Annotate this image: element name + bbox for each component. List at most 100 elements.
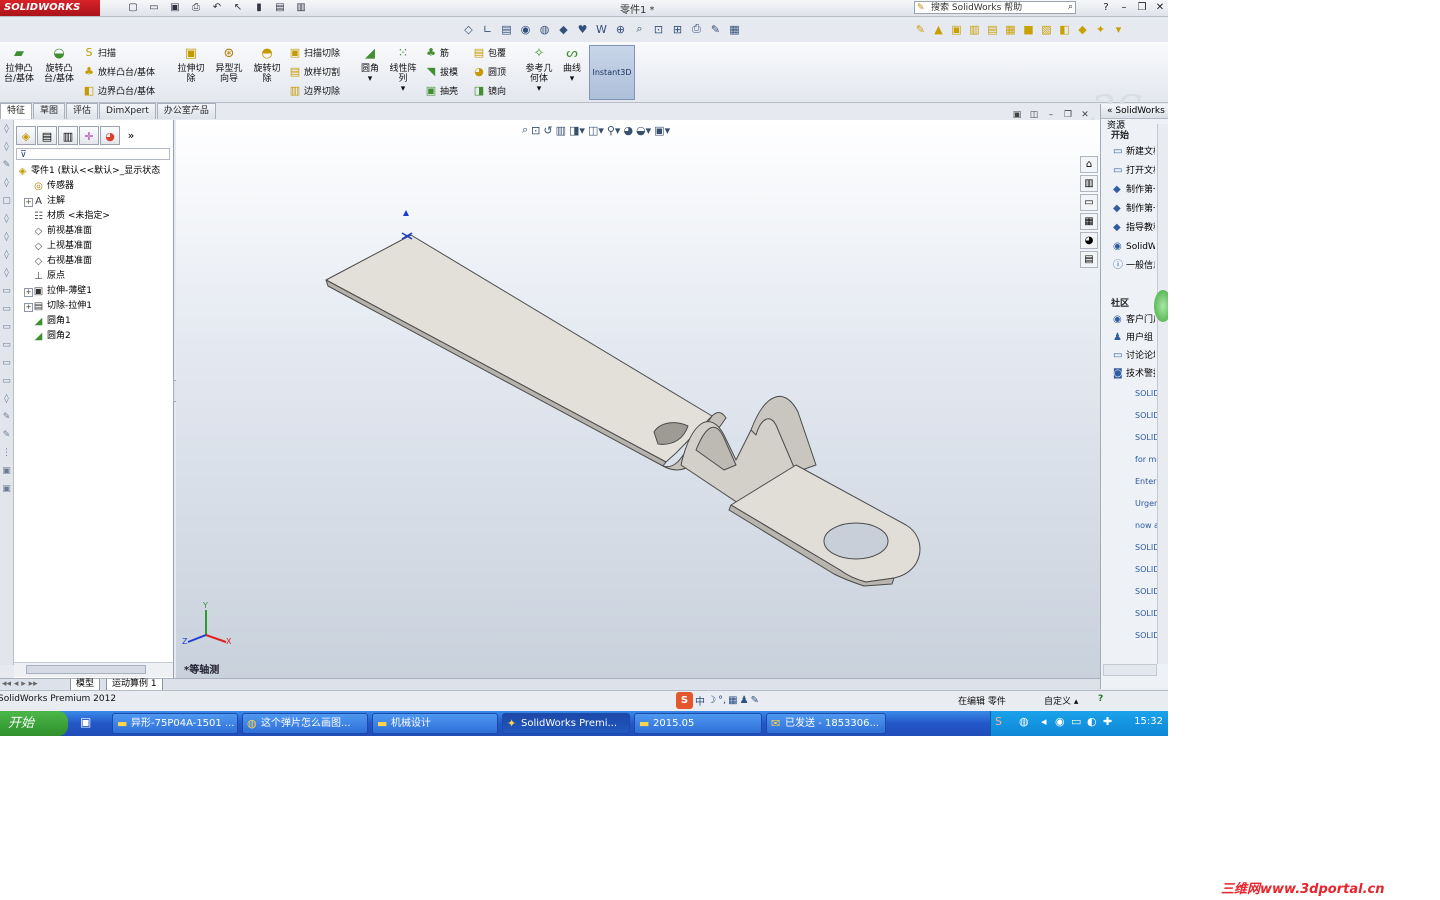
revolve-boss-button[interactable]: ◒ 旋转凸 台/基体 bbox=[40, 46, 78, 84]
edit-icon[interactable]: ✎ bbox=[707, 21, 724, 38]
taskbar-task[interactable]: ◍ 这个弹片怎么画图... bbox=[242, 713, 368, 734]
curve-icon[interactable]: ◧ bbox=[1056, 21, 1073, 38]
measure-icon[interactable]: ⊕ bbox=[612, 21, 629, 38]
feature-tree-item[interactable]: + ▤ 切除-拉伸1 bbox=[14, 299, 173, 314]
task-pane-start-item[interactable]: ⓘ一般信息 bbox=[1113, 258, 1155, 274]
new-document-icon[interactable]: ▢ bbox=[124, 1, 142, 15]
ime-moon-icon[interactable]: ☽ bbox=[707, 695, 716, 706]
zoom-fit-icon[interactable]: ⌕ bbox=[631, 21, 648, 38]
extrude-boss-button[interactable]: ▰ 拉伸凸 台/基体 bbox=[2, 46, 36, 84]
feature-tree-tab-icon[interactable]: ◈ bbox=[16, 126, 36, 145]
feature-icon[interactable]: ▣ bbox=[948, 21, 965, 38]
taskbar-task[interactable]: ▬ 异形-75P04A-1501 ... bbox=[112, 713, 238, 734]
strip-tool-icon[interactable]: ✎ bbox=[0, 408, 13, 426]
assembly-icon[interactable]: ▥ bbox=[966, 21, 983, 38]
restore-icon[interactable]: ❐ bbox=[1134, 1, 1150, 14]
undo-icon[interactable]: ↶ bbox=[208, 1, 226, 15]
tab-features[interactable]: 特征 bbox=[0, 103, 33, 119]
feature-tree-item[interactable]: ◇ 上视基准面 bbox=[14, 239, 173, 254]
ref-dropdown-icon[interactable]: ▾ bbox=[522, 84, 556, 94]
feature-tree-item[interactable]: ⊥ 原点 bbox=[14, 269, 173, 284]
surface-icon[interactable]: ■ bbox=[1020, 21, 1037, 38]
feature-tree-item[interactable]: ◢ 圆角1 bbox=[14, 314, 173, 329]
ime-chinese-icon[interactable]: 中 bbox=[695, 693, 705, 708]
boundary-boss-button[interactable]: ◧ 边界凸台/基体 bbox=[82, 85, 155, 98]
sheet-metal-icon[interactable]: ▦ bbox=[1002, 21, 1019, 38]
hole-wizard-button[interactable]: ⊛ 异型孔 向导 bbox=[210, 46, 248, 84]
sketch-tool-icon[interactable]: ✎ bbox=[912, 21, 929, 38]
tray-network-icon[interactable]: ◍ bbox=[1019, 715, 1029, 728]
reference-geometry-button[interactable]: ✧ 参考几 何体 ▾ bbox=[522, 46, 556, 94]
fillet-button[interactable]: ◢ 圆角 ▾ bbox=[356, 46, 384, 84]
help-search-input[interactable]: ✎ 搜索 SolidWorks 帮助 ⌕ bbox=[914, 1, 1076, 14]
fillet-dropdown-icon[interactable]: ▾ bbox=[356, 74, 384, 84]
feature-tree-item[interactable]: + A 注解 bbox=[14, 194, 173, 209]
strip-tool-icon[interactable]: ◊ bbox=[0, 120, 13, 138]
strip-tool-icon[interactable]: ◊ bbox=[0, 174, 13, 192]
show-desktop-icon[interactable]: ▣ bbox=[80, 715, 91, 729]
line-icon[interactable]: ∟ bbox=[479, 21, 496, 38]
strip-tool-icon[interactable]: ◊ bbox=[0, 390, 13, 408]
dimxpert-tab-icon[interactable]: ✛ bbox=[79, 126, 99, 145]
strip-tool-icon[interactable]: ▭ bbox=[0, 282, 13, 300]
news-link[interactable]: SOLIDWORKS available bbox=[1135, 410, 1157, 421]
news-link[interactable]: SOLIDWORKS now available ALERT bbox=[1135, 564, 1157, 575]
search-icon[interactable]: ⌕ bbox=[1068, 1, 1073, 14]
dome-button[interactable]: ◕ 圆顶 bbox=[472, 66, 506, 79]
resources-tab-icon[interactable]: ⌂ bbox=[1080, 156, 1098, 173]
custom-properties-tab-icon[interactable]: ▤ bbox=[1080, 251, 1098, 268]
task-pane-community-item[interactable]: ◉ 客户门户 bbox=[1113, 312, 1155, 328]
appearance-icon[interactable]: ♥ bbox=[574, 21, 591, 38]
strip-tool-icon[interactable]: ◊ bbox=[0, 228, 13, 246]
configuration-tab-icon[interactable]: ▥ bbox=[58, 126, 78, 145]
task-pane-community-item[interactable]: ▭讨论论坛 bbox=[1113, 348, 1155, 364]
smart-dimension-icon[interactable]: ◇ bbox=[460, 21, 477, 38]
display-manager-tab-icon[interactable]: ◕ bbox=[100, 126, 120, 145]
strip-tool-icon[interactable]: ▭ bbox=[0, 300, 13, 318]
news-link[interactable]: SOLIDWORKS Standard SP1.0 bbox=[1135, 608, 1157, 619]
loft-cut-button[interactable]: ▤ 放样切割 bbox=[288, 66, 340, 79]
news-link[interactable]: for more bbox=[1135, 454, 1157, 465]
feature-tree-scrollbar[interactable] bbox=[14, 662, 173, 677]
tray-volume-icon[interactable]: ◐ bbox=[1087, 715, 1097, 728]
options-icon[interactable]: ▥ bbox=[292, 1, 310, 15]
feature-tree-item[interactable]: ◈ 零件1 (默认<<默认>_显示状态 bbox=[14, 164, 173, 179]
news-link[interactable]: SOLIDWORKS bbox=[1135, 630, 1157, 641]
save-icon[interactable]: ▣ bbox=[166, 1, 184, 15]
tray-qq-icon[interactable]: ◉ bbox=[1055, 715, 1065, 728]
start-button[interactable]: 开始 bbox=[0, 711, 68, 736]
news-link[interactable]: SOLIDWORKS CRITICAL bbox=[1135, 542, 1157, 553]
more-icon[interactable]: ▾ bbox=[1110, 21, 1127, 38]
sketch-icon[interactable]: ▤ bbox=[498, 21, 515, 38]
task-pane-start-item[interactable]: ◆ 指导教程 bbox=[1113, 220, 1155, 236]
task-pane-hscrollbar[interactable] bbox=[1103, 664, 1157, 676]
strip-tool-icon[interactable]: ✎ bbox=[0, 156, 13, 174]
revolve-cut-button[interactable]: ◓ 旋转切 除 bbox=[248, 46, 286, 84]
sweep-cut-button[interactable]: ▣ 扫描切除 bbox=[288, 47, 340, 60]
strip-tool-icon[interactable]: ✎ bbox=[0, 426, 13, 444]
wrap-button[interactable]: ▤ 包覆 bbox=[472, 47, 506, 60]
tray-security-icon[interactable]: ✚ bbox=[1103, 715, 1112, 728]
feature-tree-item[interactable]: ◎ 传感器 bbox=[14, 179, 173, 194]
rib-button[interactable]: ♣ 筋 bbox=[424, 47, 449, 60]
table-icon[interactable]: ▦ bbox=[726, 21, 743, 38]
news-link[interactable]: SOLIDWORKS Fatigue bbox=[1135, 586, 1157, 597]
curves-dropdown-icon[interactable]: ▾ bbox=[558, 74, 586, 84]
weld-icon[interactable]: W bbox=[593, 21, 610, 38]
tray-sogou-icon[interactable]: S bbox=[995, 715, 1002, 728]
minimize-icon[interactable]: – bbox=[1116, 1, 1132, 14]
mold-icon[interactable]: ▤ bbox=[984, 21, 1001, 38]
task-pane-community-item[interactable]: ♟ 用户组 bbox=[1113, 330, 1155, 346]
ime-settings-icon[interactable]: ✎ bbox=[751, 695, 759, 706]
file-explorer-tab-icon[interactable]: ▭ bbox=[1080, 194, 1098, 211]
tool-icon[interactable]: ✦ bbox=[1092, 21, 1109, 38]
strip-tool-icon[interactable]: ▢ bbox=[0, 192, 13, 210]
section-view-icon[interactable]: ⊞ bbox=[669, 21, 686, 38]
news-link[interactable]: SOLIDWORKS PDM bbox=[1135, 432, 1157, 443]
sogou-ime-icon[interactable]: S bbox=[676, 692, 693, 709]
taskbar-task[interactable]: ▬ 机械设计 bbox=[372, 713, 498, 734]
task-pane-start-item[interactable]: ▭新建文档 bbox=[1113, 144, 1155, 160]
sweep-button[interactable]: S 扫描 bbox=[82, 47, 117, 60]
mirror-button[interactable]: ◨ 镜向 bbox=[472, 85, 506, 98]
solidworks-logo[interactable]: SOLIDWORKS bbox=[0, 0, 100, 16]
